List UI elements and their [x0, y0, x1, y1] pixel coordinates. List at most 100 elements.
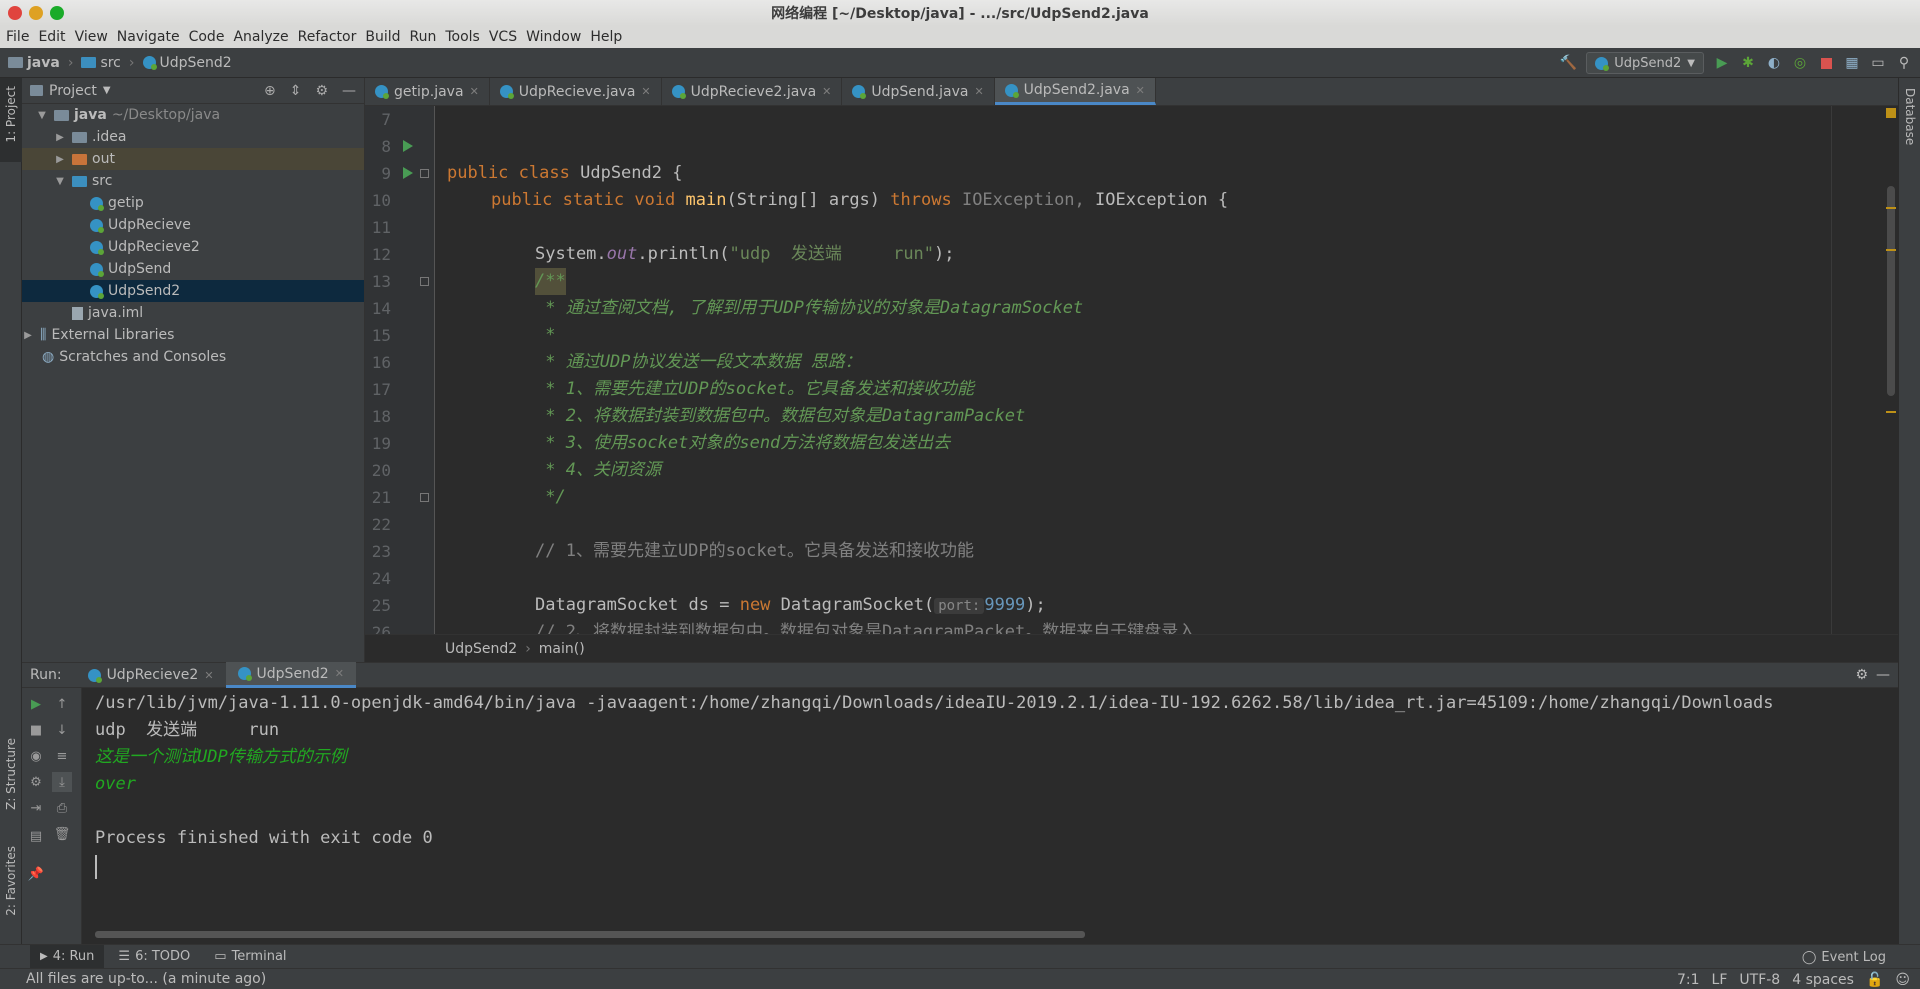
editor-scrollbar[interactable] — [1884, 106, 1898, 634]
trash-icon[interactable]: 🗑 — [54, 826, 71, 842]
lock-icon[interactable]: 🔓 — [1866, 972, 1883, 988]
menu-refactor[interactable]: Refactor — [298, 29, 357, 45]
menu-view[interactable]: View — [75, 29, 108, 45]
menu-navigate[interactable]: Navigate — [117, 29, 180, 45]
stop-icon[interactable]: ■ — [28, 722, 44, 738]
breadcrumb-file[interactable]: UdpSend2 — [142, 55, 232, 71]
close-window-button[interactable] — [8, 6, 22, 20]
close-icon[interactable]: ✕ — [822, 85, 831, 98]
menu-analyze[interactable]: Analyze — [233, 29, 288, 45]
project-structure-icon[interactable]: ▦ — [1844, 55, 1860, 71]
scroll-up-icon[interactable]: ↑ — [54, 696, 70, 712]
console-output[interactable]: /usr/lib/jvm/java-1.11.0-openjdk-amd64/b… — [82, 688, 1898, 944]
menu-code[interactable]: Code — [189, 29, 225, 45]
collapse-arrow-icon[interactable]: ▶ — [54, 132, 66, 143]
camera-icon[interactable]: ◉ — [28, 748, 44, 764]
gear-icon[interactable]: ⚙ — [315, 83, 328, 99]
tree-item-idea[interactable]: ▶ .idea — [22, 126, 364, 148]
tree-item-scratches[interactable]: ◍ Scratches and Consoles — [22, 346, 364, 368]
menu-build[interactable]: Build — [365, 29, 400, 45]
tree-item-udprecieve2[interactable]: UdpRecieve2 — [22, 236, 364, 258]
tree-item-out[interactable]: ▶ out — [22, 148, 364, 170]
menu-tools[interactable]: Tools — [445, 29, 480, 45]
breadcrumb-method[interactable]: main() — [539, 641, 585, 657]
close-icon[interactable]: ✕ — [1136, 84, 1145, 97]
breadcrumb-src[interactable]: src › — [81, 55, 135, 71]
menu-edit[interactable]: Edit — [38, 29, 65, 45]
layout-icon[interactable]: ▤ — [28, 828, 44, 844]
profile-icon[interactable]: ◎ — [1792, 55, 1808, 71]
fold-marker-icon[interactable] — [420, 169, 429, 178]
tree-item-udpsend2[interactable]: UdpSend2 — [22, 280, 364, 302]
scrollbar-thumb[interactable] — [1887, 186, 1895, 396]
tab-udpsend2[interactable]: UdpSend2.java ✕ — [994, 78, 1156, 105]
search-icon[interactable]: ⚲ — [1896, 55, 1912, 71]
close-icon[interactable]: ✕ — [470, 85, 479, 98]
scroll-down-icon[interactable]: ↓ — [54, 722, 70, 738]
warning-marker[interactable] — [1886, 249, 1896, 251]
tree-item-src[interactable]: ▼ src — [22, 170, 364, 192]
status-message[interactable]: All files are up-to... (a minute ago) — [26, 971, 266, 987]
event-log-button[interactable]: ◯ Event Log — [1802, 945, 1886, 969]
run-tab-udpsend2[interactable]: UdpSend2 ✕ — [225, 662, 356, 688]
run-icon[interactable]: ▶ — [1714, 55, 1730, 71]
pin-icon[interactable]: 📌 — [28, 866, 44, 882]
breadcrumb-class[interactable]: UdpSend2 — [445, 641, 517, 657]
run-gutter-icon[interactable] — [403, 140, 413, 152]
menu-file[interactable]: File — [6, 29, 29, 45]
tool-window-project[interactable]: 1: Project — [4, 86, 18, 143]
rerun-icon[interactable]: ▶ — [28, 696, 44, 712]
gear-icon[interactable]: ⚙ — [1855, 667, 1868, 683]
soft-wrap-icon[interactable]: ≡ — [54, 748, 70, 764]
terminal-window-icon[interactable]: ▭ — [1870, 55, 1886, 71]
warning-marker[interactable] — [1886, 207, 1896, 209]
collapse-arrow-icon[interactable]: ▶ — [54, 154, 66, 165]
tree-item-external-libraries[interactable]: ▶ ⫼ External Libraries — [22, 324, 364, 346]
tool-window-database[interactable]: Database — [1903, 88, 1917, 145]
settings-icon[interactable]: ⚙ — [28, 774, 44, 790]
tool-window-structure[interactable]: Z: Structure — [4, 738, 18, 810]
print-icon[interactable]: ⎙ — [54, 800, 70, 816]
coverage-icon[interactable]: ◐ — [1766, 55, 1782, 71]
maximize-window-button[interactable] — [50, 6, 64, 20]
tree-item-java-iml[interactable]: java.iml — [22, 302, 364, 324]
tree-item-udpsend[interactable]: UdpSend — [22, 258, 364, 280]
close-icon[interactable]: ✕ — [641, 85, 650, 98]
minimize-window-button[interactable] — [29, 6, 43, 20]
tab-udprecieve[interactable]: UdpRecieve.java ✕ — [490, 78, 662, 105]
stop-icon[interactable] — [1818, 55, 1834, 71]
collapse-all-icon[interactable]: ⇕ — [290, 83, 302, 99]
tab-getip[interactable]: getip.java ✕ — [365, 78, 490, 105]
debug-icon[interactable]: ✱ — [1740, 55, 1756, 71]
hide-panel-icon[interactable]: — — [342, 83, 356, 99]
tool-tab-terminal[interactable]: ▭ Terminal — [204, 945, 296, 969]
hide-panel-icon[interactable]: — — [1876, 667, 1890, 683]
inspector-icon[interactable]: ☺ — [1895, 972, 1910, 988]
run-configuration-select[interactable]: UdpSend2 ▼ — [1586, 52, 1704, 74]
tab-udprecieve2[interactable]: UdpRecieve2.java ✕ — [662, 78, 843, 105]
build-hammer-icon[interactable]: 🔨 — [1560, 55, 1577, 71]
file-encoding[interactable]: UTF-8 — [1739, 972, 1780, 988]
scroll-to-end-icon[interactable]: ⤓ — [52, 772, 72, 792]
line-separator[interactable]: LF — [1712, 972, 1728, 988]
fold-marker-icon[interactable] — [420, 493, 429, 502]
expand-arrow-icon[interactable]: ▼ — [36, 110, 48, 121]
close-icon[interactable]: ✕ — [204, 669, 213, 682]
code-editor[interactable]: 7 8 9 10 11 12 13 14 15 16 17 18 19 20 2… — [365, 106, 1898, 634]
chevron-down-icon[interactable]: ▼ — [103, 85, 111, 96]
tree-item-udprecieve[interactable]: UdpRecieve — [22, 214, 364, 236]
tab-udpsend[interactable]: UdpSend.java ✕ — [842, 78, 995, 105]
restore-layout-icon[interactable]: ⇥ — [28, 800, 44, 816]
fold-marker-icon[interactable] — [420, 277, 429, 286]
caret-position[interactable]: 7:1 — [1677, 972, 1700, 988]
code-area[interactable]: public class UdpSend2 { public static vo… — [435, 106, 1898, 634]
tree-item-getip[interactable]: getip — [22, 192, 364, 214]
warning-indicator-icon[interactable] — [1886, 108, 1896, 118]
locate-file-icon[interactable]: ⊕ — [264, 83, 276, 99]
run-tab-udprecieve2[interactable]: UdpRecieve2 ✕ — [76, 662, 226, 688]
warning-marker[interactable] — [1886, 411, 1896, 413]
console-horizontal-scrollbar[interactable] — [95, 931, 1085, 938]
menu-vcs[interactable]: VCS — [489, 29, 517, 45]
indent-setting[interactable]: 4 spaces — [1792, 972, 1854, 988]
menu-run[interactable]: Run — [410, 29, 437, 45]
